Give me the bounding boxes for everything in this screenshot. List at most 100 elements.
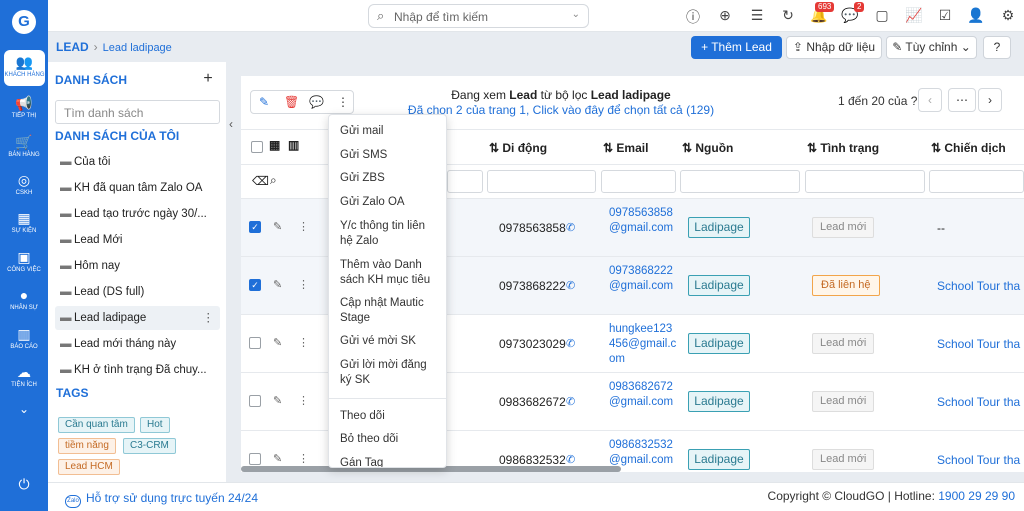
filter-input-campaign[interactable] bbox=[929, 170, 1024, 193]
phone-icon[interactable]: ✆ bbox=[566, 337, 575, 350]
filter-input[interactable] bbox=[447, 170, 483, 193]
add-circle-icon[interactable]: ⊕ bbox=[716, 7, 734, 24]
nav-reports[interactable]: ▥ BÁO CÁO bbox=[0, 326, 48, 350]
select-all-link[interactable]: Đã chọn 2 của trang 1, Click vào đây để … bbox=[401, 103, 721, 117]
row-checkbox[interactable] bbox=[249, 337, 261, 349]
edit-icon[interactable]: ✎ bbox=[273, 394, 282, 407]
email-cell[interactable]: hungkee123456@gmail.com bbox=[609, 322, 677, 367]
list-item[interactable]: ▬ KH đã quan tâm Zalo OA bbox=[55, 176, 220, 200]
support-link[interactable]: Zalo Hỗ trợ sử dụng trực tuyến 24/24 bbox=[65, 491, 258, 508]
search-icon[interactable]: ⌕ bbox=[270, 173, 277, 188]
email-cell[interactable]: 0983682672@gmail.com bbox=[609, 380, 677, 410]
row-checkbox[interactable]: ✓ bbox=[249, 279, 261, 291]
email-cell[interactable]: 0973868222@gmail.com bbox=[609, 264, 677, 294]
phone-icon[interactable]: ✆ bbox=[566, 453, 575, 466]
next-page-button[interactable]: › bbox=[978, 88, 1002, 112]
tag[interactable]: Lead HCM bbox=[58, 459, 120, 475]
global-search[interactable]: ⌕ Nhập để tìm kiếm ⌄ bbox=[368, 4, 589, 28]
info-icon[interactable]: ⓘ bbox=[684, 7, 702, 27]
more-vertical-icon[interactable]: ⋮ bbox=[203, 306, 215, 330]
table-icon[interactable]: ▦ bbox=[269, 138, 280, 152]
menu-item-update-mautic-stage[interactable]: Cập nhật Mautic Stage bbox=[340, 296, 440, 326]
nav-customers[interactable]: 👥 KHÁCH HÀNG bbox=[4, 50, 45, 86]
prev-page-button[interactable]: ‹ bbox=[918, 88, 942, 112]
tag[interactable]: Hot bbox=[140, 417, 170, 433]
more-vertical-icon[interactable]: ⋮ bbox=[298, 220, 309, 233]
column-header-status[interactable]: ⇅ Tình trạng bbox=[807, 141, 879, 155]
nav-hr[interactable]: ● NHÂN SỰ bbox=[0, 287, 48, 311]
more-vertical-icon[interactable]: ⋮ bbox=[337, 95, 349, 109]
list-item[interactable]: ▬ Lead tạo trước ngày 30/... bbox=[55, 202, 220, 226]
nav-marketing[interactable]: 📢 TIẾP THỊ bbox=[0, 95, 48, 119]
phone-icon[interactable]: ✆ bbox=[566, 279, 575, 292]
list-item[interactable]: ▬ KH ở tình trạng Đã chuy... bbox=[55, 358, 220, 382]
list-icon[interactable]: ☰ bbox=[748, 7, 766, 24]
refresh-icon[interactable]: ↻ bbox=[779, 7, 797, 24]
eraser-icon[interactable]: ⌫ bbox=[252, 174, 269, 188]
nav-utilities[interactable]: ☁ TIỆN ÍCH bbox=[0, 364, 48, 388]
menu-item-send-event-ticket[interactable]: Gửi vé mời SK bbox=[340, 334, 440, 349]
tag[interactable]: C3-CRM bbox=[123, 438, 176, 454]
cloudgo-logo[interactable]: G bbox=[12, 10, 36, 34]
campaign-cell[interactable]: School Tour tha bbox=[937, 279, 1020, 293]
breadcrumb-current[interactable]: Lead ladipage bbox=[103, 42, 172, 54]
more-vertical-icon[interactable]: ⋮ bbox=[298, 394, 309, 407]
expand-more-icon[interactable]: ⌄ bbox=[0, 402, 48, 416]
list-item-active[interactable]: ▬ Lead ladipage ⋮ bbox=[55, 306, 220, 330]
filter-input-phone[interactable] bbox=[487, 170, 596, 193]
phone-icon[interactable]: ✆ bbox=[566, 221, 575, 234]
list-item[interactable]: ▬ Lead Mới bbox=[55, 228, 220, 252]
import-data-button[interactable]: ⇪ Nhập dữ liệu bbox=[786, 36, 882, 59]
calendar-icon[interactable]: ▢ bbox=[873, 7, 891, 24]
row-checkbox[interactable] bbox=[249, 453, 261, 465]
add-list-button[interactable]: + bbox=[198, 70, 218, 90]
comment-icon[interactable]: 💬 bbox=[309, 95, 324, 109]
more-vertical-icon[interactable]: ⋮ bbox=[298, 452, 309, 465]
select-all-checkbox[interactable] bbox=[251, 141, 263, 153]
menu-item-zalo-contact-request[interactable]: Y/c thông tin liên hệ Zalo bbox=[340, 219, 440, 249]
chart-icon[interactable]: 📈 bbox=[905, 7, 923, 24]
campaign-cell[interactable]: School Tour tha bbox=[937, 453, 1020, 467]
trash-icon[interactable]: 🗑 bbox=[284, 95, 299, 109]
menu-item-send-mail[interactable]: Gửi mail bbox=[340, 124, 440, 139]
more-options-button[interactable]: ⋯ bbox=[948, 88, 976, 112]
column-header-email[interactable]: ⇅ Email bbox=[603, 141, 648, 155]
user-icon[interactable]: 👤 bbox=[967, 7, 985, 24]
row-checkbox[interactable] bbox=[249, 395, 261, 407]
nav-events[interactable]: ▦ SỰ KIỆN bbox=[0, 210, 48, 234]
breadcrumb-root[interactable]: LEAD bbox=[56, 40, 89, 54]
nav-tasks[interactable]: ▣ CÔNG VIỆC bbox=[0, 249, 48, 273]
search-input[interactable]: Nhập để tìm kiếm bbox=[394, 10, 488, 24]
row-checkbox[interactable]: ✓ bbox=[249, 221, 261, 233]
campaign-cell[interactable]: School Tour tha bbox=[937, 337, 1020, 351]
menu-item-send-sms[interactable]: Gửi SMS bbox=[340, 148, 440, 163]
column-header-source[interactable]: ⇅ Nguồn bbox=[682, 141, 733, 155]
list-search-input[interactable]: Tìm danh sách bbox=[55, 100, 220, 124]
campaign-cell[interactable]: School Tour tha bbox=[937, 395, 1020, 409]
tag[interactable]: Cần quan tâm bbox=[58, 417, 135, 433]
nav-sales[interactable]: 🛒 BÁN HÀNG bbox=[0, 134, 48, 158]
filter-input-source[interactable] bbox=[680, 170, 800, 193]
filter-input-email[interactable] bbox=[601, 170, 676, 193]
help-button[interactable]: ? bbox=[983, 36, 1011, 59]
collapse-sidebar-icon[interactable]: ‹ bbox=[229, 117, 233, 131]
menu-item-assign-tag[interactable]: Gán Tag bbox=[340, 456, 440, 467]
phone-icon[interactable]: ✆ bbox=[566, 395, 575, 408]
edit-icon[interactable]: ✎ bbox=[259, 95, 269, 109]
checkbox-icon[interactable]: ☑ bbox=[936, 7, 954, 24]
more-vertical-icon[interactable]: ⋮ bbox=[298, 278, 309, 291]
column-header-phone[interactable]: ⇅ Di động bbox=[489, 141, 547, 155]
edit-icon[interactable]: ✎ bbox=[273, 336, 282, 349]
menu-item-send-zbs[interactable]: Gửi ZBS bbox=[340, 171, 440, 186]
menu-item-send-zalo-oa[interactable]: Gửi Zalo OA bbox=[340, 195, 440, 210]
column-header-campaign[interactable]: ⇅ Chiến dịch bbox=[931, 141, 1006, 155]
list-item[interactable]: ▬ Lead mới tháng này bbox=[55, 332, 220, 356]
customize-button[interactable]: ✎ Tùy chỉnh ⌄ bbox=[886, 36, 977, 59]
more-vertical-icon[interactable]: ⋮ bbox=[298, 336, 309, 349]
edit-icon[interactable]: ✎ bbox=[273, 278, 282, 291]
edit-icon[interactable]: ✎ bbox=[273, 452, 282, 465]
columns-icon[interactable]: ▥ bbox=[288, 138, 299, 152]
edit-icon[interactable]: ✎ bbox=[273, 220, 282, 233]
tag[interactable]: tiềm năng bbox=[58, 438, 116, 454]
email-cell[interactable]: 0986832532@gmail.com bbox=[609, 438, 677, 468]
